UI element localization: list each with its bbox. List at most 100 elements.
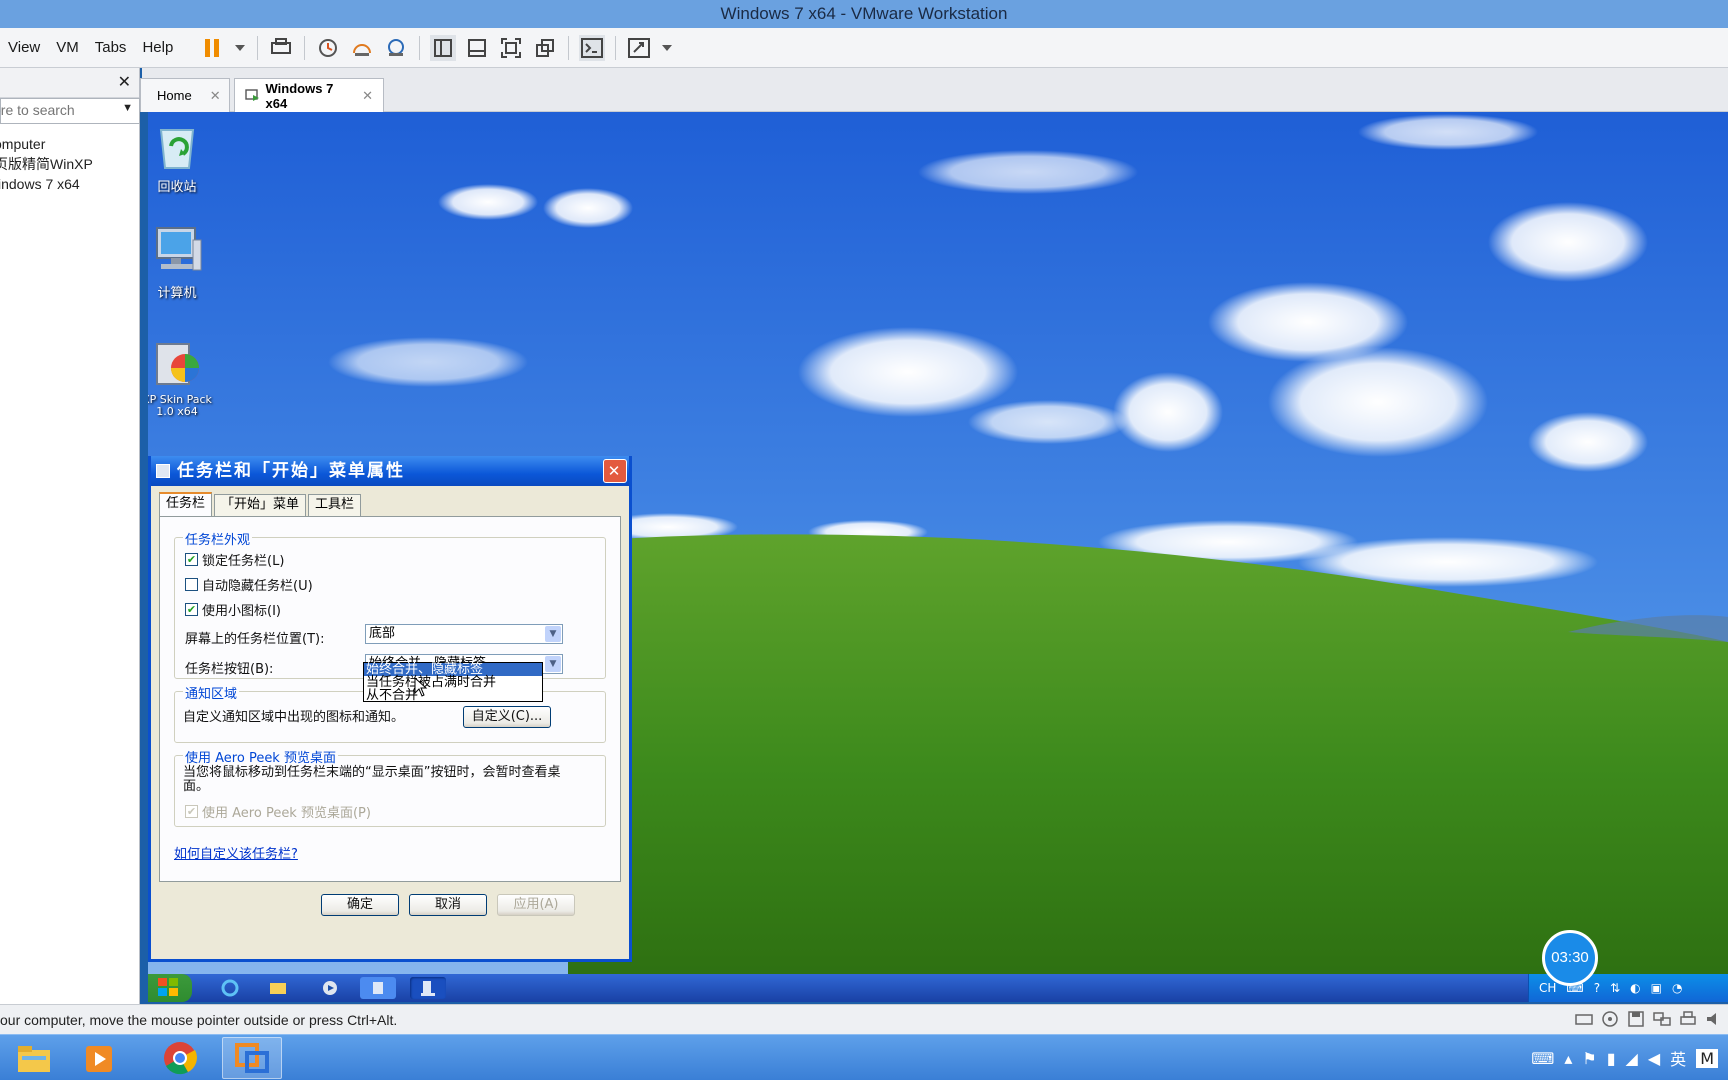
close-icon[interactable]: ✕ [362, 88, 373, 104]
send-ctrl-alt-del-icon[interactable] [268, 35, 294, 61]
chevron-up-icon[interactable]: ▴ [1564, 1049, 1572, 1068]
desktop-icon-label: 回收站 [157, 180, 197, 195]
cancel-button[interactable]: 取消 [409, 894, 487, 916]
status-text: our computer, move the mouse pointer out… [0, 1012, 398, 1028]
stretch-guest-icon[interactable] [626, 35, 652, 61]
library-item-winxp[interactable]: 页版精简WinXP [0, 154, 139, 174]
autohide-taskbar-checkbox[interactable] [185, 577, 198, 591]
action-center-icon[interactable]: ⚑ [1582, 1049, 1596, 1068]
small-icons-row[interactable]: ✔ 使用小图标(I) [185, 600, 281, 619]
chevron-down-icon[interactable] [660, 35, 674, 61]
help-icon[interactable]: ? [1594, 981, 1600, 995]
cd-dvd-icon[interactable] [1600, 1009, 1620, 1029]
dialog-title-bar[interactable]: 任务栏和「开始」菜单属性 ✕ [151, 456, 629, 486]
revert-snapshot-icon[interactable] [349, 35, 375, 61]
library-item-windows7[interactable]: indows 7 x64 [0, 174, 139, 194]
chevron-down-icon[interactable]: ▼ [122, 102, 133, 114]
toolbar-divider [419, 35, 421, 60]
toolbar-divider [304, 35, 306, 60]
aero-peek-row[interactable]: ✔ 使用 Aero Peek 预览桌面(P) [185, 802, 371, 821]
signal-icon[interactable]: ◢ [1626, 1049, 1638, 1068]
volume-icon[interactable]: ◀ [1648, 1049, 1660, 1068]
recycle-bin-icon [149, 116, 205, 172]
hard-disk-icon[interactable] [1574, 1009, 1594, 1029]
aero-peek-checkbox[interactable]: ✔ [185, 804, 198, 818]
folder-icon[interactable] [260, 977, 296, 999]
menu-view[interactable]: View [0, 39, 48, 56]
library-panel: ✕ ▼ omputer 页版精简WinXP indows 7 x64 [0, 68, 140, 1004]
network-icon[interactable]: ⇅ [1610, 981, 1620, 995]
mouse-cursor-icon [414, 677, 428, 697]
menu-vm[interactable]: VM [48, 39, 87, 56]
dropdown-option[interactable]: 从不合并 [364, 689, 542, 702]
tab-windows7[interactable]: Windows 7 x64 ✕ [234, 78, 384, 112]
network-adapter-icon[interactable] [1652, 1009, 1672, 1029]
desktop-icon-recycle-bin[interactable]: 回收站 [148, 116, 222, 195]
desktop-icon-xp-skin-pack[interactable]: XP Skin Pack 1.0 x64 [148, 334, 222, 418]
window-title-bar: Windows 7 x64 - VMware Workstation [0, 0, 1728, 28]
tab-toolbars[interactable]: 工具栏 [308, 494, 362, 516]
taskbar-app-button[interactable] [360, 977, 396, 999]
apply-button[interactable]: 应用(A) [497, 894, 575, 916]
unity-icon[interactable] [532, 35, 558, 61]
volume-icon[interactable]: ◐ [1630, 981, 1640, 995]
help-link[interactable]: 如何自定义该任务栏? [174, 843, 298, 862]
tab-start-menu[interactable]: 「开始」菜单 [214, 494, 307, 516]
tab-home[interactable]: Home ✕ [140, 78, 230, 112]
console-view-icon[interactable] [579, 34, 606, 61]
customize-button[interactable]: 自定义(C)... [463, 706, 551, 728]
taskbar-tab-panel: 任务栏外观 ✔ 锁定任务栏(L) 自动隐藏任务栏(U) ✔ 使用小图标(I) 屏… [159, 516, 621, 882]
floppy-icon[interactable] [1626, 1009, 1646, 1029]
chevron-down-icon[interactable]: ▼ [545, 656, 561, 672]
autohide-taskbar-row[interactable]: 自动隐藏任务栏(U) [185, 575, 313, 594]
position-select[interactable]: 底部 ▼ [365, 624, 563, 644]
appearance-group: 任务栏外观 ✔ 锁定任务栏(L) 自动隐藏任务栏(U) ✔ 使用小图标(I) 屏… [174, 529, 606, 679]
guest-screen[interactable]: 回收站 计算机 XP Skin Pack 1.0 x64 任务栏和「开始」菜单属… [148, 112, 1728, 1002]
tab-taskbar[interactable]: 任务栏 [159, 492, 213, 516]
library-item-my-computer[interactable]: omputer [0, 134, 139, 154]
language-indicator[interactable]: CH [1539, 981, 1556, 995]
touch-keyboard-icon[interactable]: ⌨ [1531, 1049, 1554, 1068]
menu-help[interactable]: Help [134, 39, 181, 56]
position-label: 屏幕上的任务栏位置(T): [185, 632, 325, 647]
snapshot-icon[interactable] [315, 35, 341, 61]
vm-icon [245, 88, 259, 101]
power-icon[interactable]: ▮ [1607, 1049, 1616, 1068]
sound-icon[interactable] [1704, 1009, 1724, 1029]
pause-icon[interactable] [199, 35, 225, 61]
chevron-down-icon[interactable]: ▼ [545, 626, 561, 642]
chrome-icon[interactable] [150, 1037, 210, 1079]
chevron-down-icon[interactable] [233, 35, 247, 61]
vmware-workstation-icon[interactable] [222, 1037, 282, 1079]
library-header: ✕ [0, 68, 139, 98]
media-player-icon[interactable] [312, 977, 348, 999]
file-explorer-icon[interactable] [4, 1037, 64, 1079]
fullscreen-icon[interactable] [498, 35, 524, 61]
taskbar-properties-button[interactable] [410, 977, 446, 999]
close-icon[interactable]: ✕ [210, 88, 221, 104]
close-icon[interactable]: ✕ [118, 72, 131, 92]
toolbar-divider [615, 35, 617, 60]
windows-logo-icon [158, 978, 178, 996]
tray-app-icon[interactable]: ◔ [1672, 981, 1682, 995]
ok-button[interactable]: 确定 [321, 894, 399, 916]
media-player-icon[interactable] [70, 1037, 130, 1079]
guest-taskbar: CH ⌨ ? ⇅ ◐ ▣ ◔ [148, 974, 1728, 1002]
ie-icon[interactable] [212, 977, 248, 999]
show-library-icon[interactable] [430, 34, 457, 61]
xp-skin-pack-icon [149, 334, 205, 390]
desktop-icon-computer[interactable]: 计算机 [148, 222, 222, 301]
display-icon[interactable]: ▣ [1651, 981, 1662, 995]
thumbnail-bar-icon[interactable] [464, 35, 490, 61]
library-search-input[interactable] [0, 99, 103, 121]
lock-taskbar-checkbox[interactable]: ✔ [185, 552, 198, 566]
menu-tabs[interactable]: Tabs [87, 39, 135, 56]
snapshot-manager-icon[interactable] [383, 35, 409, 61]
close-button[interactable]: ✕ [603, 459, 627, 483]
lock-taskbar-row[interactable]: ✔ 锁定任务栏(L) [185, 550, 284, 569]
ime-indicator[interactable]: 英 [1670, 1046, 1686, 1070]
ime-mode-indicator[interactable]: M [1696, 1048, 1718, 1068]
printer-icon[interactable] [1678, 1009, 1698, 1029]
start-button[interactable] [148, 974, 192, 1002]
small-icons-checkbox[interactable]: ✔ [185, 602, 198, 616]
